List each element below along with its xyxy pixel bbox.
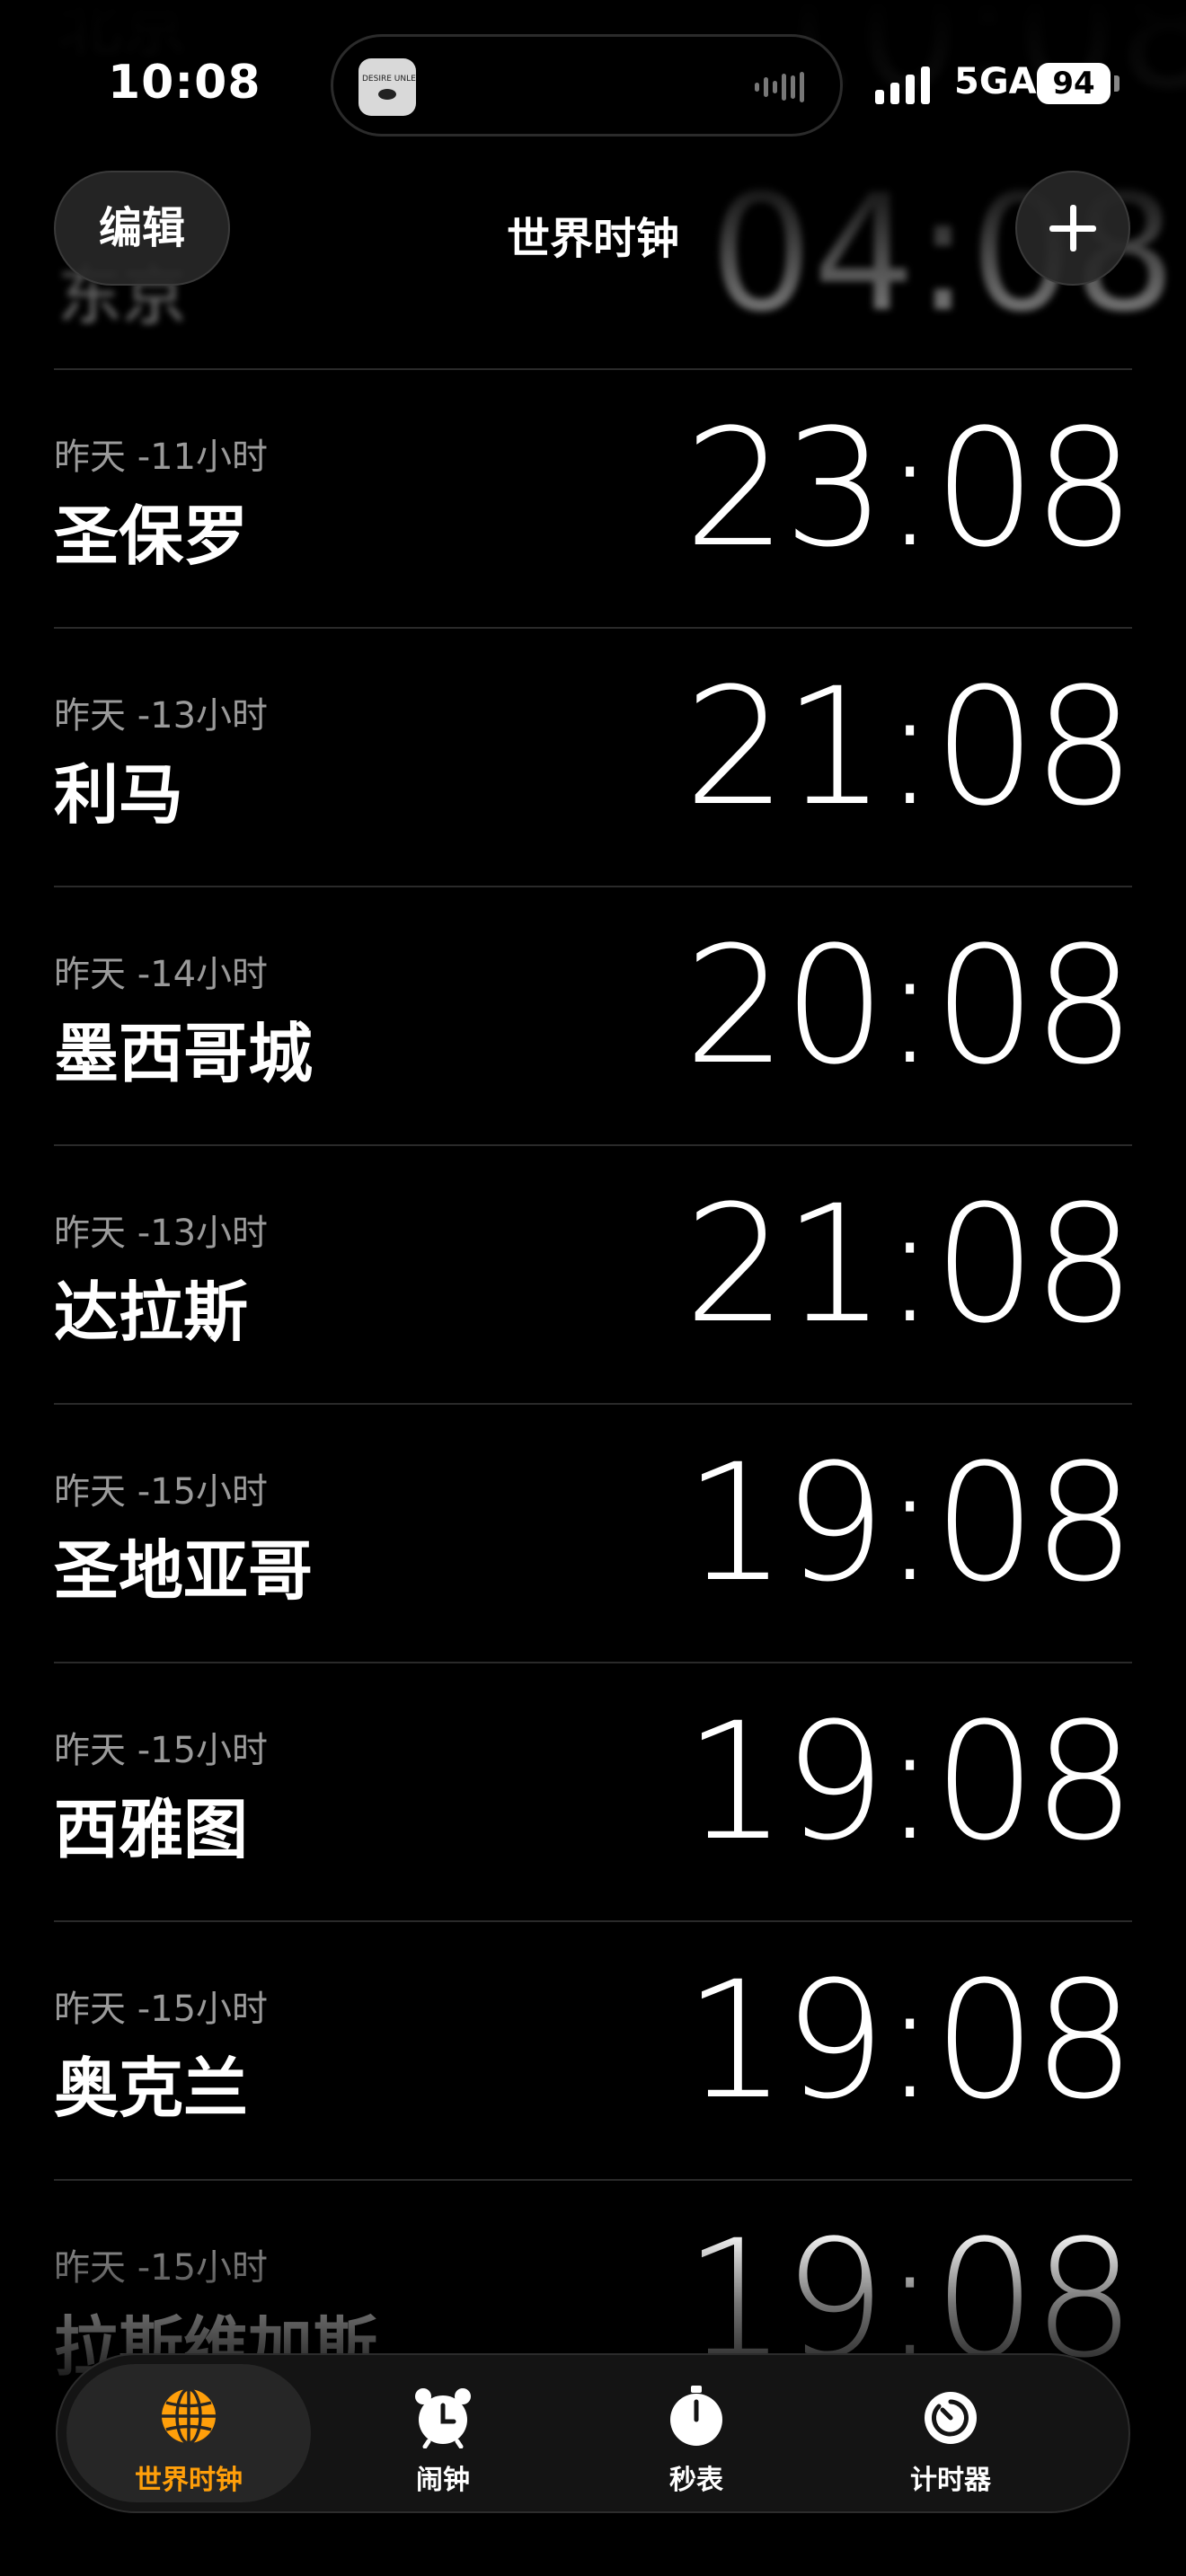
clock-row[interactable]: 昨天 -13小时 达拉斯 21:08: [54, 1144, 1136, 1403]
stopwatch-icon: [670, 2386, 722, 2446]
world-clock-list: 昨天 -11小时 圣保罗 23:08 昨天 -13小时 利马 21:08 昨天 …: [54, 368, 1136, 2438]
clock-row[interactable]: 昨天 -11小时 圣保罗 23:08: [54, 368, 1136, 627]
tab-label: 闹钟: [416, 2465, 470, 2496]
clock-offset: 昨天 -15小时: [54, 1989, 269, 2030]
tab-label: 世界时钟: [135, 2465, 243, 2496]
globe-icon: [162, 2387, 216, 2445]
navigation-bar: 编辑 世界时钟: [0, 171, 1186, 287]
clock-time: 21:08: [684, 1171, 1136, 1359]
tab-bar: 世界时钟 闹钟 秒表 计时器: [56, 2353, 1130, 2513]
dynamic-island[interactable]: DESIRE UNLEASH: [331, 34, 843, 137]
clock-row[interactable]: 昨天 -14小时 墨西哥城 20:08: [54, 886, 1136, 1144]
clock-offset: 昨天 -14小时: [54, 954, 269, 995]
clock-offset: 昨天 -15小时: [54, 1730, 269, 1771]
clock-offset: 昨天 -13小时: [54, 1213, 269, 1254]
tab-alarm[interactable]: 闹钟: [321, 2364, 565, 2502]
clock-city: 奥克兰: [54, 2051, 249, 2126]
clock-time: 20:08: [684, 913, 1136, 1100]
clock-offset: 昨天 -15小时: [54, 2247, 269, 2289]
timer-icon: [925, 2392, 977, 2444]
clock-city: 圣保罗: [54, 498, 249, 574]
clock-time: 19:08: [684, 1947, 1136, 2135]
page-title: 世界时钟: [506, 214, 679, 264]
status-bar: 10:08 DESIRE UNLEASH 5GA 94: [0, 0, 1186, 171]
clock-city: 利马: [54, 757, 184, 833]
clock-city: 达拉斯: [54, 1275, 249, 1350]
status-time: 10:08: [108, 56, 261, 110]
clock-time: 21:08: [684, 654, 1136, 842]
clock-row[interactable]: 昨天 -15小时 圣地亚哥 19:08: [54, 1403, 1136, 1662]
clock-time: 19:08: [684, 1430, 1136, 1618]
audio-waveform-icon: [755, 69, 804, 105]
battery-level: 94: [1052, 66, 1095, 101]
clock-time: 19:08: [684, 1689, 1136, 1876]
tab-label: 秒表: [669, 2465, 723, 2496]
now-playing-artwork: DESIRE UNLEASH: [358, 58, 416, 116]
clock-offset: 昨天 -11小时: [54, 437, 269, 478]
clock-row[interactable]: 昨天 -15小时 奥克兰 19:08: [54, 1920, 1136, 2179]
alarm-clock-icon: [415, 2388, 471, 2448]
clock-city: 墨西哥城: [54, 1016, 314, 1091]
tab-label: 计时器: [910, 2465, 991, 2496]
clock-offset: 昨天 -13小时: [54, 695, 269, 737]
artwork-text: DESIRE UNLEASH: [362, 75, 416, 84]
cellular-signal-icon: [875, 63, 930, 104]
clock-time: 23:08: [684, 395, 1136, 583]
network-type: 5GA: [954, 61, 1037, 102]
tab-world-clock[interactable]: 世界时钟: [66, 2364, 311, 2502]
add-city-button[interactable]: [1015, 171, 1130, 286]
battery-icon: 94: [1037, 63, 1111, 104]
clock-city: 圣地亚哥: [54, 1533, 314, 1609]
tab-stopwatch[interactable]: 秒表: [574, 2364, 819, 2502]
clock-row[interactable]: 昨天 -13小时 利马 21:08: [54, 627, 1136, 886]
clock-city: 西雅图: [54, 1792, 249, 1867]
clock-row[interactable]: 昨天 -15小时 西雅图 19:08: [54, 1662, 1136, 1920]
tab-timer[interactable]: 计时器: [828, 2364, 1073, 2502]
clock-offset: 昨天 -15小时: [54, 1471, 269, 1513]
